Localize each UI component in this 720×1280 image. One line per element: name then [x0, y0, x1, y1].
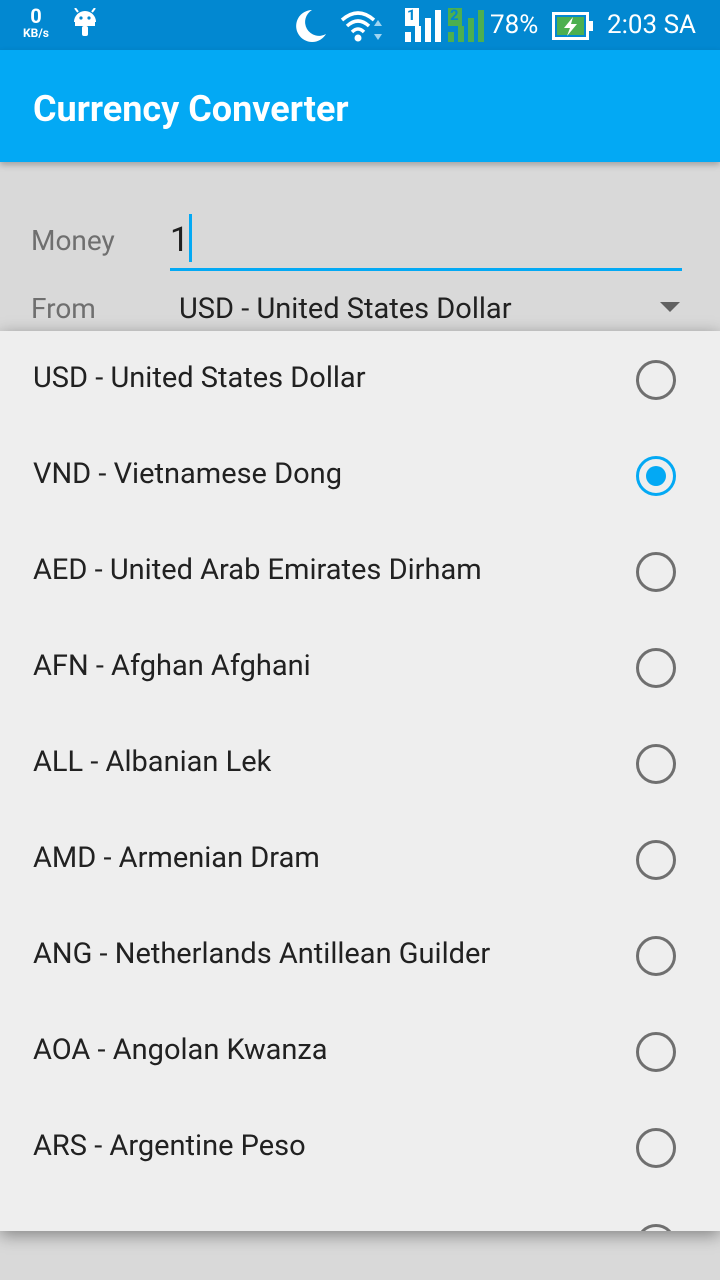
- from-currency-spinner[interactable]: USD - United States Dollar: [179, 292, 512, 326]
- currency-option[interactable]: ALL - Albanian Lek: [0, 715, 720, 811]
- battery-level: 78%: [490, 10, 539, 40]
- signal-sim2-icon: 2: [446, 6, 486, 50]
- currency-option-label: AED - United Arab Emirates Dirham: [33, 553, 482, 587]
- radio-unchecked-icon[interactable]: [636, 936, 676, 976]
- network-speed-value: 0: [30, 4, 42, 28]
- radio-unchecked-icon[interactable]: [636, 648, 676, 688]
- currency-option-label: AMD - Armenian Dram: [33, 841, 320, 875]
- radio-unchecked-icon[interactable]: [636, 1032, 676, 1072]
- network-speed-unit: KB/s: [23, 26, 49, 40]
- radio-checked-icon[interactable]: [636, 456, 676, 496]
- currency-option-label: ALL - Albanian Lek: [33, 745, 272, 779]
- currency-option[interactable]: ANG - Netherlands Antillean Guilder: [0, 907, 720, 1003]
- radio-dot: [646, 466, 666, 486]
- radio-unchecked-icon[interactable]: [636, 1128, 676, 1168]
- signal-sim1-icon: 1: [403, 6, 443, 50]
- network-speed: 0 KB/s: [16, 6, 56, 39]
- status-bar: 0 KB/s 1 2 78% 2:03 SA: [0, 0, 720, 50]
- sim1-number: 1: [407, 6, 416, 24]
- battery-charging-icon: [552, 12, 594, 44]
- currency-option[interactable]: VND - Vietnamese Dong: [0, 427, 720, 523]
- currency-option[interactable]: AMD - Armenian Dram: [0, 811, 720, 907]
- money-label: Money: [31, 224, 115, 257]
- radio-unchecked-icon[interactable]: [636, 552, 676, 592]
- currency-picker-dialog: USD - United States Dollar VND - Vietname…: [0, 331, 720, 1231]
- radio-unchecked-icon[interactable]: [636, 840, 676, 880]
- radio-unchecked-icon[interactable]: [636, 360, 676, 400]
- money-input-value: 1: [170, 220, 190, 260]
- currency-option-label: VND - Vietnamese Dong: [33, 457, 342, 491]
- currency-option[interactable]: USD - United States Dollar: [0, 331, 720, 427]
- currency-option[interactable]: AFN - Afghan Afghani: [0, 619, 720, 715]
- radio-unchecked-icon[interactable]: [636, 744, 676, 784]
- currency-option-label: AOA - Angolan Kwanza: [33, 1033, 328, 1067]
- app-bar: Currency Converter: [0, 50, 720, 162]
- currency-option[interactable]: ARS - Argentine Peso: [0, 1099, 720, 1195]
- currency-option[interactable]: AED - United Arab Emirates Dirham: [0, 523, 720, 619]
- android-icon: [72, 7, 98, 44]
- wifi-icon: [338, 8, 386, 48]
- moon-icon: [288, 8, 328, 48]
- currency-option-label: ANG - Netherlands Antillean Guilder: [33, 937, 491, 971]
- currency-option-label: ARS - Argentine Peso: [33, 1129, 306, 1163]
- clock: 2:03 SA: [607, 10, 696, 40]
- app-title: Currency Converter: [33, 88, 349, 130]
- currency-option[interactable]: AOA - Angolan Kwanza: [0, 1003, 720, 1099]
- from-label: From: [31, 292, 96, 325]
- currency-option-label: USD - United States Dollar: [33, 361, 366, 395]
- radio-unchecked-icon[interactable]: [636, 1224, 676, 1231]
- sim2-number: 2: [450, 6, 459, 24]
- dropdown-arrow-icon[interactable]: [660, 302, 680, 312]
- text-cursor: [189, 214, 192, 262]
- currency-option-label: AFN - Afghan Afghani: [33, 649, 311, 683]
- currency-option-partial[interactable]: [0, 1195, 720, 1231]
- money-input[interactable]: 1: [170, 210, 682, 271]
